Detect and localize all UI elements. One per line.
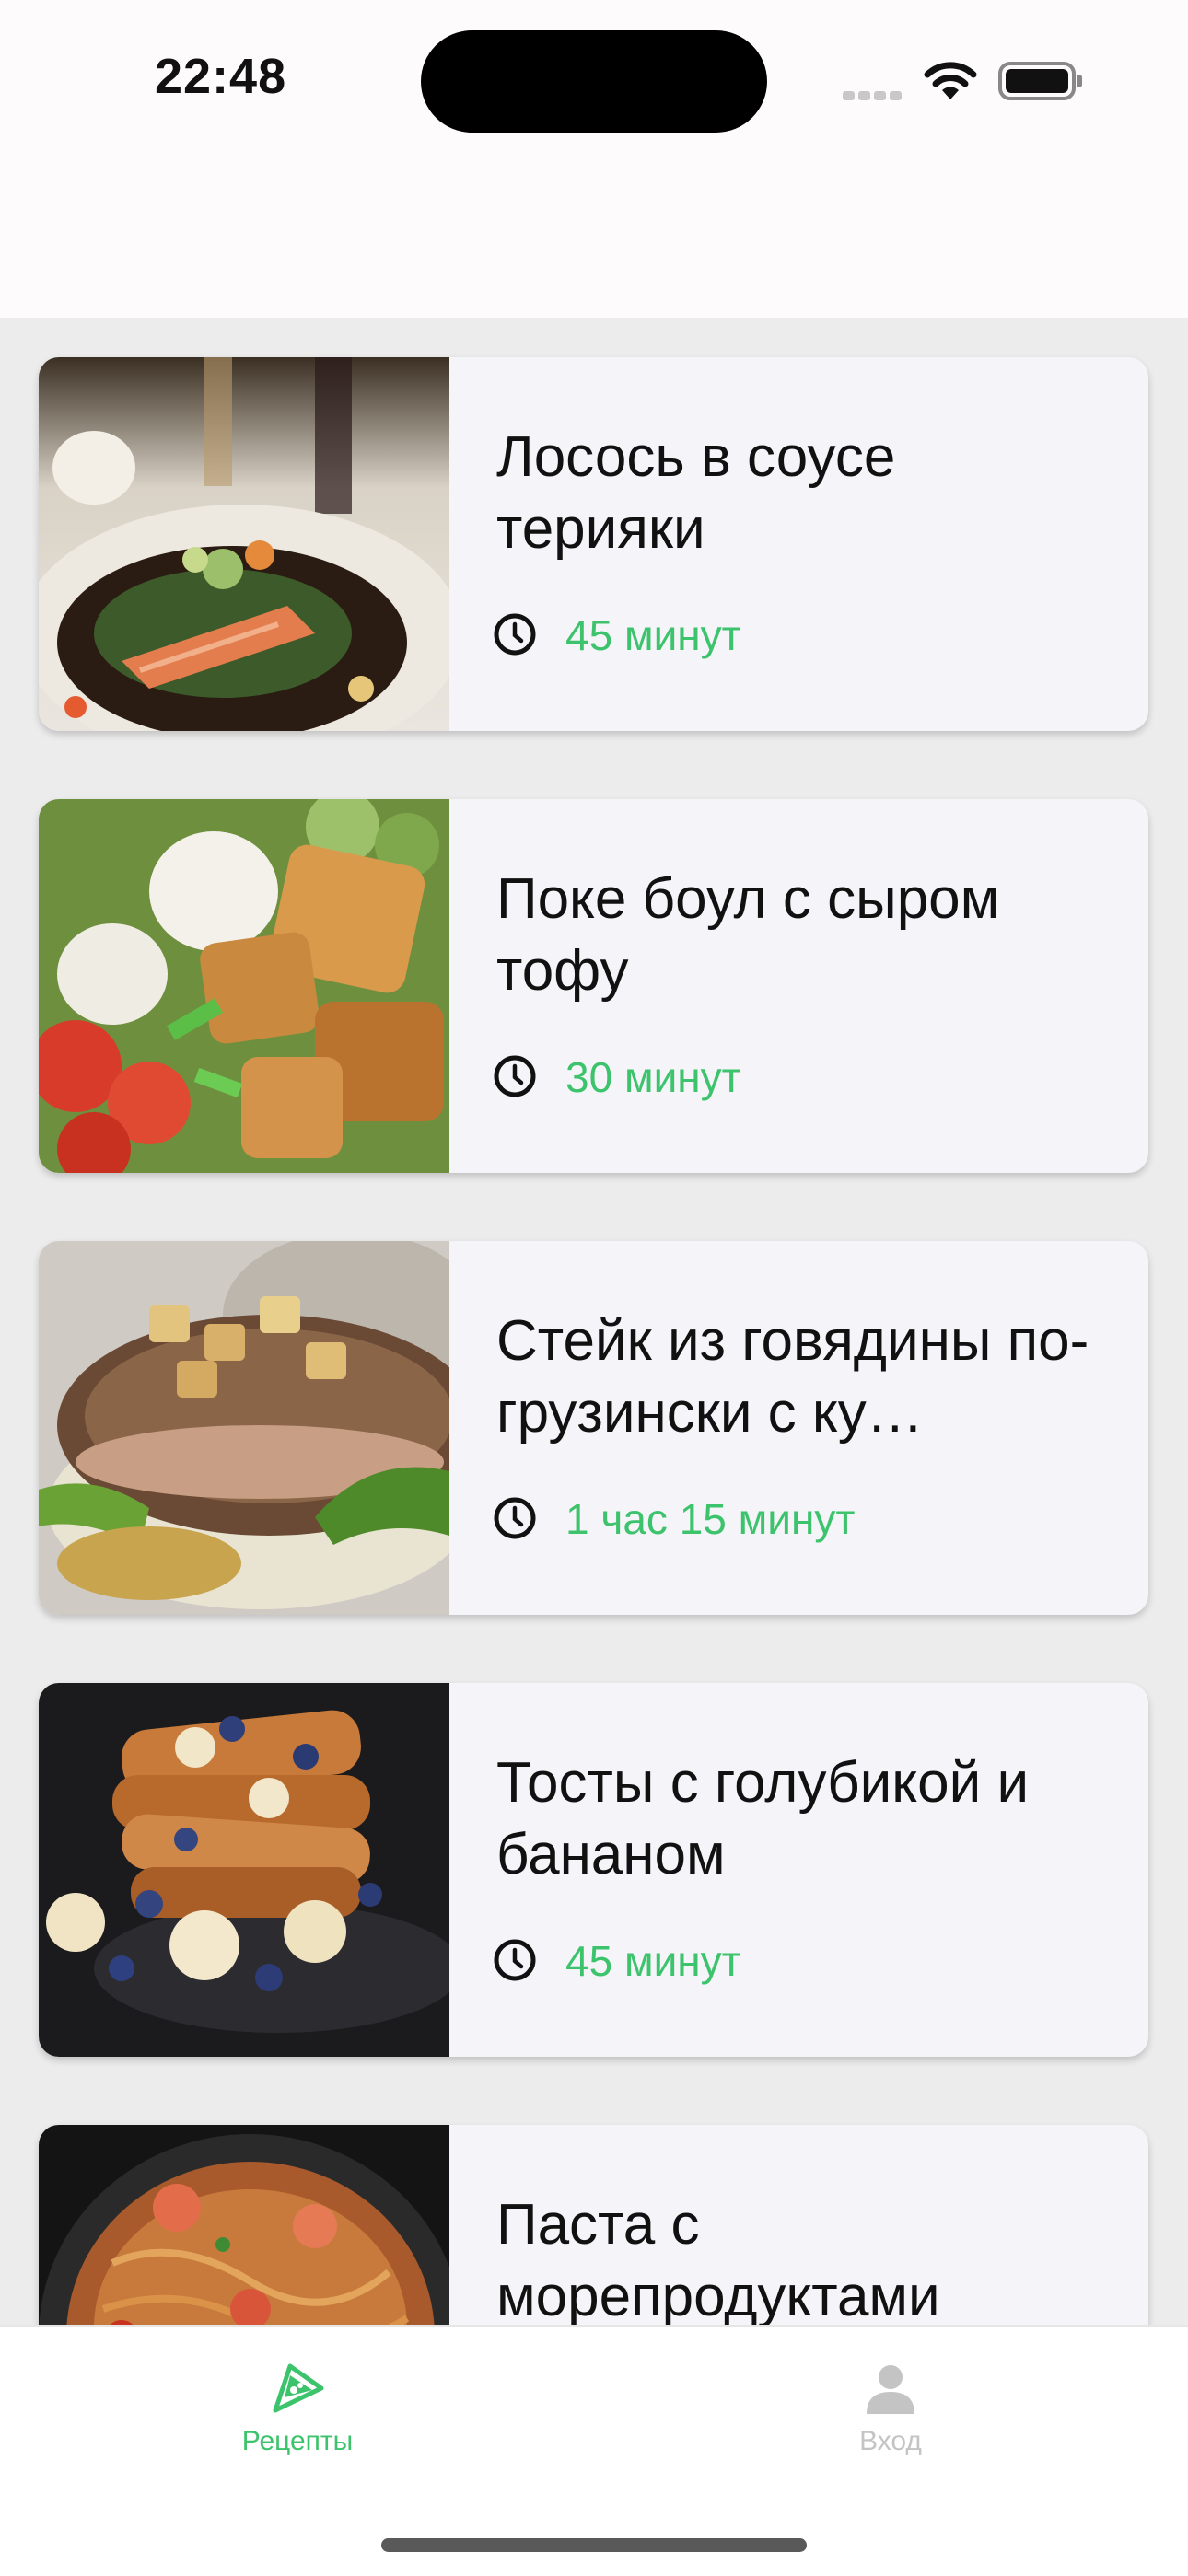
recipe-title: Паста с морепродуктами xyxy=(496,2193,940,2325)
status-bar: 22:48 xyxy=(0,0,1188,318)
recipe-image xyxy=(39,799,449,1173)
recipe-image xyxy=(39,2125,449,2325)
recipe-card[interactable]: Паста с морепродуктами xyxy=(39,2125,1148,2325)
recipe-card[interactable]: Тосты с голубикой и бананом 45 минут xyxy=(39,1683,1148,2057)
recipe-card[interactable]: Стейк из говядины по-грузински с ку… 1 ч… xyxy=(39,1241,1148,1615)
tab-label: Вход xyxy=(859,2426,922,2456)
recipe-image xyxy=(39,1683,449,2057)
status-time: 22:48 xyxy=(155,49,287,104)
tab-recipes[interactable]: Рецепты xyxy=(159,2327,436,2483)
recipe-duration: 1 час 15 минут xyxy=(565,1495,856,1543)
recipe-card[interactable]: Лосось в соусе терияки 45 минут xyxy=(39,357,1148,731)
cellular-signal-icon xyxy=(843,88,905,105)
recipe-card[interactable]: Поке боул с сыром тофу 30 минут xyxy=(39,799,1148,1173)
recipe-title: Стейк из говядины по-грузински с ку… xyxy=(496,1309,1089,1445)
clock-icon xyxy=(492,1937,538,1983)
clock-icon xyxy=(492,1495,538,1541)
recipe-title: Тосты с голубикой и бананом xyxy=(496,1751,1030,1886)
recipe-duration: 30 минут xyxy=(565,1053,741,1101)
recipe-title: Поке боул с сыром тофу xyxy=(496,867,1000,1003)
wifi-icon xyxy=(923,59,978,106)
battery-icon xyxy=(997,61,1084,106)
tab-login[interactable]: Вход xyxy=(752,2327,1029,2483)
recipe-image xyxy=(39,357,449,731)
clock-icon xyxy=(492,611,538,657)
pizza-slice-icon xyxy=(270,2361,325,2416)
recipe-image xyxy=(39,1241,449,1615)
recipe-duration: 45 минут xyxy=(565,611,741,659)
home-indicator[interactable] xyxy=(381,2538,807,2552)
tab-label: Рецепты xyxy=(241,2426,354,2456)
dynamic-island xyxy=(421,30,767,133)
recipe-title: Лосось в соусе терияки xyxy=(496,425,896,561)
clock-icon xyxy=(492,1053,538,1099)
recipe-list[interactable]: Лосось в соусе терияки 45 минут Поке боу… xyxy=(0,318,1188,2325)
person-icon xyxy=(863,2361,918,2416)
recipe-duration: 45 минут xyxy=(565,1937,741,1985)
